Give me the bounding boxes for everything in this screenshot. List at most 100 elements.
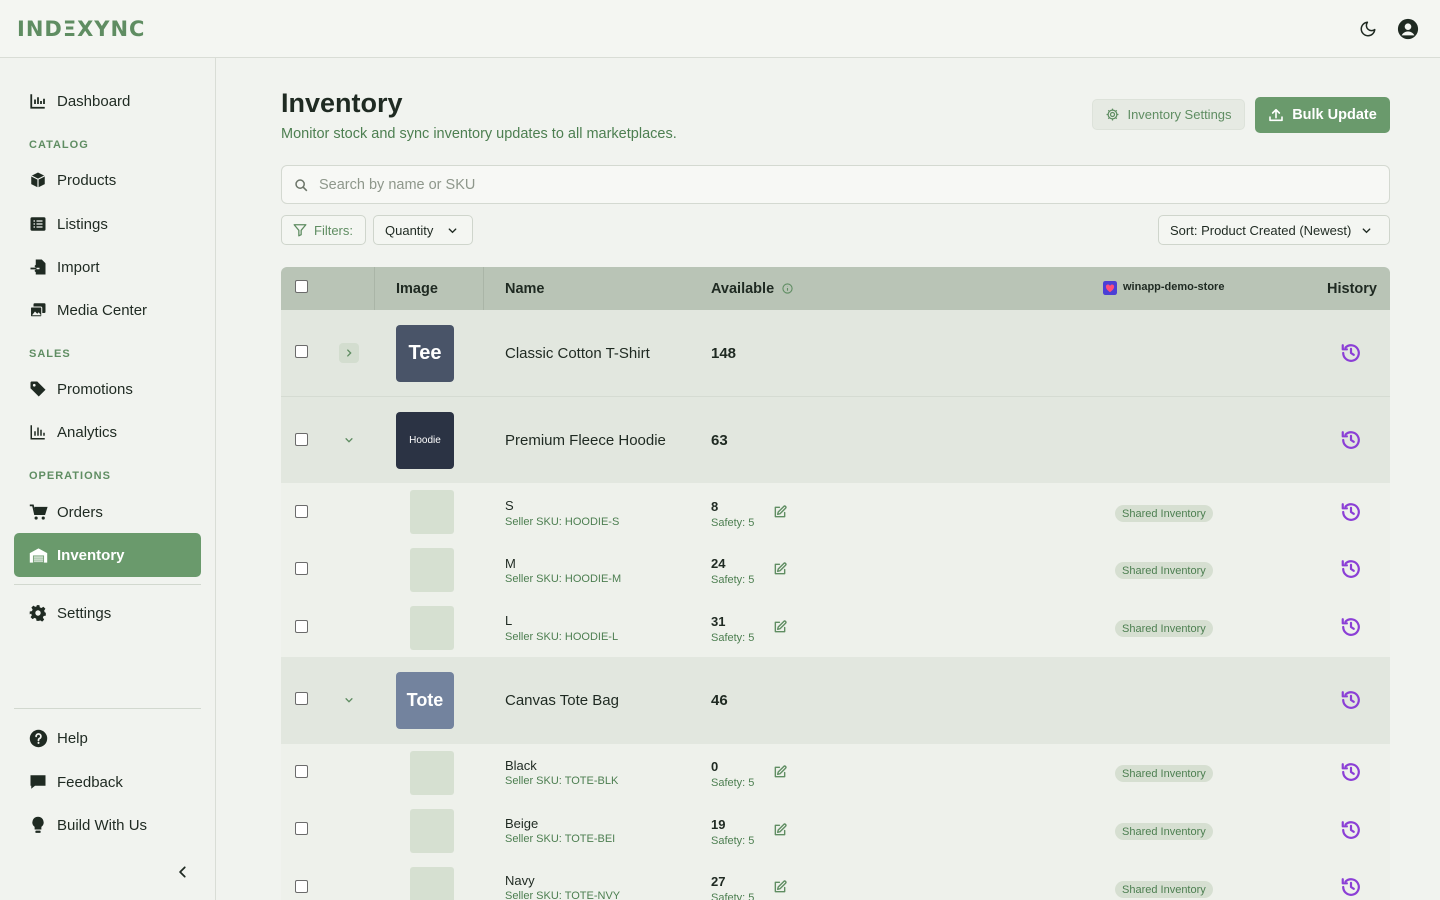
history-icon[interactable] <box>1340 501 1362 523</box>
chevron-down-icon <box>449 227 457 233</box>
product-available: 63 <box>711 432 728 449</box>
collapse-sidebar-chevron-left-icon[interactable] <box>172 861 194 883</box>
variant-image-placeholder <box>410 751 454 795</box>
sidebar-item-label: Promotions <box>57 380 133 398</box>
shared-inventory-badge: Shared Inventory <box>1115 765 1213 782</box>
filters-button[interactable]: Filters: <box>281 215 366 245</box>
select-all-checkbox[interactable] <box>295 280 308 293</box>
product-thumbnail[interactable]: Tote <box>396 672 454 729</box>
sidebar-item-dashboard[interactable]: Dashboard <box>14 79 201 123</box>
row-checkbox[interactable] <box>295 620 308 633</box>
row-checkbox[interactable] <box>295 880 308 893</box>
variant-sku: Seller SKU: HOODIE-S <box>505 516 620 528</box>
history-icon[interactable] <box>1340 761 1362 783</box>
edit-icon[interactable] <box>773 823 787 837</box>
row-checkbox[interactable] <box>295 505 308 518</box>
history-icon[interactable] <box>1340 616 1362 638</box>
expand-chevron-right-icon[interactable] <box>339 343 359 363</box>
product-name[interactable]: Classic Cotton T-Shirt <box>505 345 650 362</box>
info-icon[interactable] <box>782 283 793 294</box>
product-thumbnail[interactable]: Tee <box>396 325 454 382</box>
sidebar-item-build-with-us[interactable]: Build With Us <box>14 803 201 847</box>
gear-icon <box>28 603 48 623</box>
history-icon[interactable] <box>1340 429 1362 451</box>
row-checkbox[interactable] <box>295 562 308 575</box>
list-icon <box>28 214 48 234</box>
history-icon[interactable] <box>1340 876 1362 898</box>
sidebar-item-inventory[interactable]: Inventory <box>14 533 201 577</box>
sidebar-item-label: Dashboard <box>57 92 131 110</box>
bulk-update-button[interactable]: Bulk Update <box>1255 97 1390 133</box>
history-icon[interactable] <box>1340 342 1362 364</box>
sidebar-item-label: Import <box>57 258 100 276</box>
column-divider <box>483 267 484 310</box>
sidebar-item-import[interactable]: Import <box>14 245 201 289</box>
row-checkbox[interactable] <box>295 433 308 446</box>
variant-safety: Safety: 5 <box>711 777 755 789</box>
search-input[interactable] <box>319 176 1319 193</box>
dark-mode-toggle-icon[interactable] <box>1357 18 1379 40</box>
variant-sku: Seller SKU: TOTE-BEI <box>505 833 616 845</box>
edit-icon[interactable] <box>773 620 787 634</box>
column-header-image: Image <box>396 281 438 297</box>
table-row-product[interactable]: Hoodie Premium Fleece Hoodie 63 <box>281 397 1390 483</box>
inventory-settings-button[interactable]: Inventory Settings <box>1092 99 1245 130</box>
app-logo[interactable]: INDΞXYNC <box>17 17 145 41</box>
variant-name: Black <box>505 758 537 773</box>
sidebar-item-settings[interactable]: Settings <box>14 591 201 635</box>
sidebar-item-label: Help <box>57 729 88 747</box>
table-row-product[interactable]: Tote Canvas Tote Bag 46 <box>281 657 1390 744</box>
sidebar-item-feedback[interactable]: Feedback <box>14 760 201 804</box>
sidebar-item-orders[interactable]: Orders <box>14 490 201 534</box>
edit-icon[interactable] <box>773 505 787 519</box>
images-icon <box>28 300 48 320</box>
variant-safety: Safety: 5 <box>711 517 755 529</box>
sidebar-item-products[interactable]: Products <box>14 158 201 202</box>
product-thumbnail[interactable]: Hoodie <box>396 412 454 469</box>
product-name[interactable]: Canvas Tote Bag <box>505 692 619 709</box>
top-bar: INDΞXYNC <box>0 0 1440 58</box>
quantity-filter-dropdown[interactable]: Quantity <box>373 215 473 245</box>
variant-name: L <box>505 613 513 628</box>
table-row-variant[interactable]: Beige Seller SKU: TOTE-BEI 19 Safety: 5 … <box>281 802 1390 860</box>
history-icon[interactable] <box>1340 558 1362 580</box>
history-icon[interactable] <box>1340 819 1362 841</box>
history-icon[interactable] <box>1340 689 1362 711</box>
collapse-chevron-down-icon[interactable] <box>339 430 359 450</box>
variant-name: S <box>505 498 514 513</box>
sort-dropdown[interactable]: Sort: Product Created (Newest) <box>1158 215 1390 245</box>
sidebar-item-media-center[interactable]: Media Center <box>14 288 201 332</box>
row-checkbox[interactable] <box>295 345 308 358</box>
row-checkbox[interactable] <box>295 822 308 835</box>
account-avatar-icon[interactable] <box>1397 18 1419 40</box>
filter-funnel-icon <box>293 224 307 237</box>
table-row-variant[interactable]: S Seller SKU: HOODIE-S 8 Safety: 5 Share… <box>281 483 1390 541</box>
edit-icon[interactable] <box>773 562 787 576</box>
collapse-chevron-down-icon[interactable] <box>339 690 359 710</box>
row-checkbox[interactable] <box>295 692 308 705</box>
table-row-variant[interactable]: Black Seller SKU: TOTE-BLK 0 Safety: 5 S… <box>281 744 1390 802</box>
sidebar-item-listings[interactable]: Listings <box>14 202 201 246</box>
table-row-variant[interactable]: L Seller SKU: HOODIE-L 31 Safety: 5 Shar… <box>281 599 1390 657</box>
edit-icon[interactable] <box>773 880 787 894</box>
sidebar-item-label: Media Center <box>57 301 148 319</box>
table-row-product[interactable]: Tee Classic Cotton T-Shirt 148 <box>281 310 1390 397</box>
table-row-variant[interactable]: M Seller SKU: HOODIE-M 24 Safety: 5 Shar… <box>281 541 1390 599</box>
variant-sku: Seller SKU: HOODIE-L <box>505 631 619 643</box>
store-logo-icon <box>1103 281 1117 295</box>
variant-image-placeholder <box>410 490 454 534</box>
variant-safety: Safety: 5 <box>711 574 755 586</box>
variant-name: Beige <box>505 816 539 831</box>
sidebar-item-promotions[interactable]: Promotions <box>14 367 201 411</box>
column-header-name[interactable]: Name <box>505 281 545 297</box>
edit-icon[interactable] <box>773 765 787 779</box>
sidebar: Dashboard CATALOG Products Listings Impo… <box>0 58 216 900</box>
column-header-history: History <box>1327 281 1377 297</box>
sidebar-item-analytics[interactable]: Analytics <box>14 410 201 454</box>
table-row-variant[interactable]: Navy Seller SKU: TOTE-NVY 27 Safety: 5 S… <box>281 860 1390 900</box>
sidebar-item-label: Settings <box>57 604 112 622</box>
row-checkbox[interactable] <box>295 765 308 778</box>
product-name[interactable]: Premium Fleece Hoodie <box>505 432 666 449</box>
column-header-available[interactable]: Available <box>711 281 774 297</box>
sidebar-item-help[interactable]: Help <box>14 716 201 760</box>
